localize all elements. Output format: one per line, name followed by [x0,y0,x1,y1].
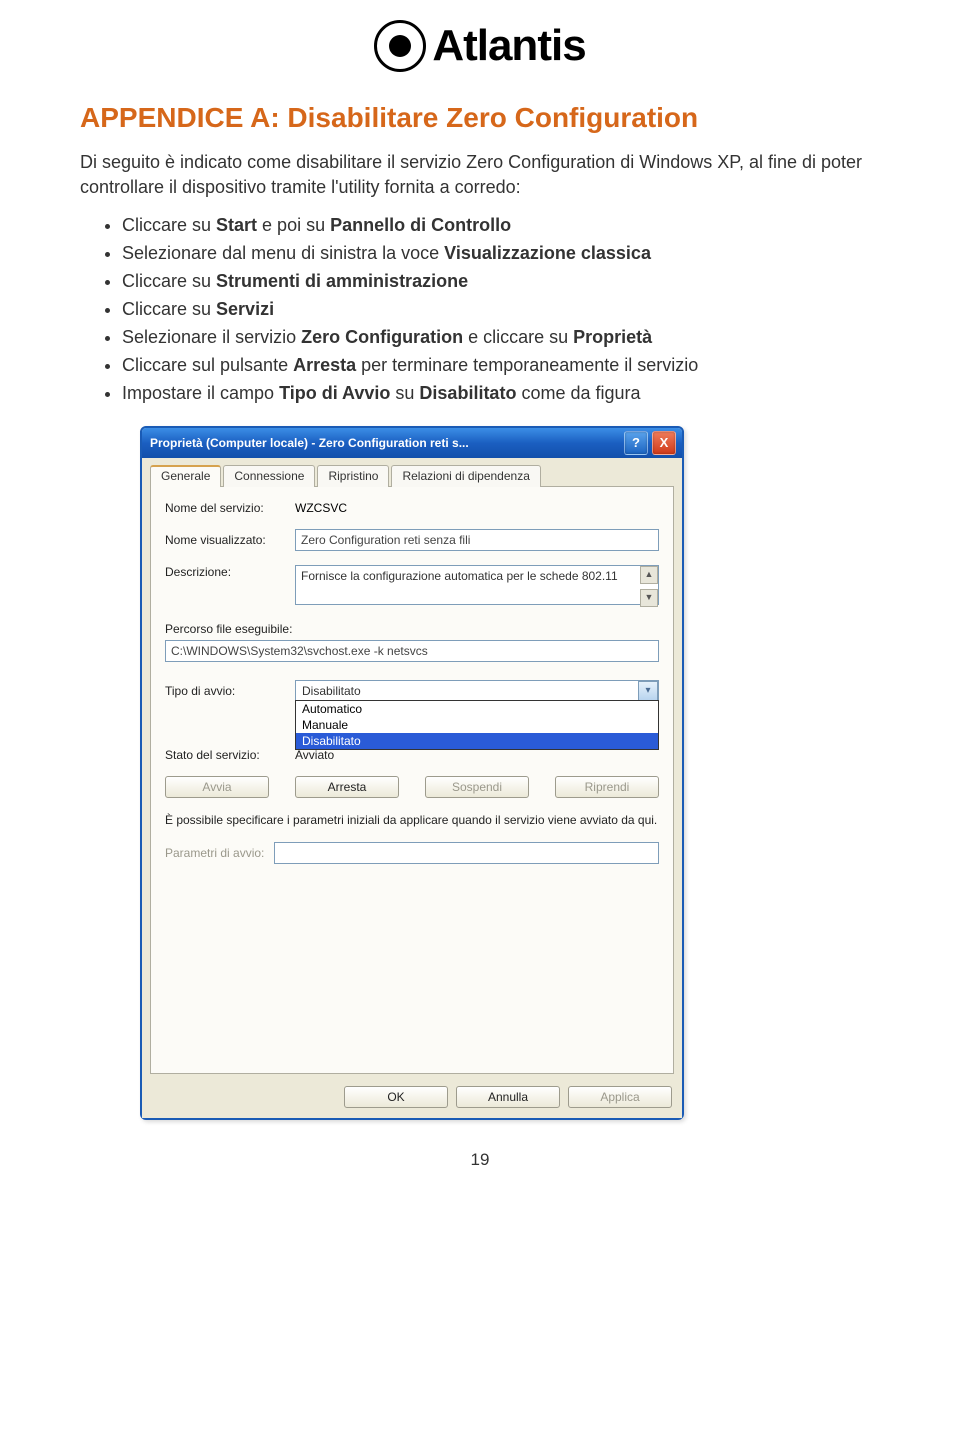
option-disabilitato[interactable]: Disabilitato [296,733,658,749]
stop-button[interactable]: Arresta [295,776,399,798]
exe-path-field[interactable] [165,640,659,662]
description-field[interactable]: Fornisce la configurazione automatica pe… [295,565,659,605]
label-service-name: Nome del servizio: [165,501,295,515]
label-service-status: Stato del servizio: [165,748,295,762]
value-service-status: Avviato [295,748,334,762]
note-text: È possibile specificare i parametri iniz… [165,812,659,829]
apply-button[interactable]: Applica [568,1086,672,1108]
label-start-params: Parametri di avvio: [165,846,264,860]
label-startup-type: Tipo di avvio: [165,684,295,698]
chevron-down-icon[interactable]: ▾ [638,681,658,701]
tab-strip: Generale Connessione Ripristino Relazion… [150,465,674,487]
value-service-name: WZCSVC [295,501,659,515]
startup-type-dropdown: Automatico Manuale Disabilitato [295,700,659,750]
tab-ripristino[interactable]: Ripristino [317,465,389,487]
list-item: Selezionare dal menu di sinistra la voce… [122,240,880,268]
cancel-button[interactable]: Annulla [456,1086,560,1108]
label-display-name: Nome visualizzato: [165,533,295,547]
startup-type-value: Disabilitato [295,680,659,702]
dialog-title: Proprietà (Computer locale) - Zero Confi… [150,436,624,450]
list-item: Cliccare su Strumenti di amministrazione [122,268,880,296]
brand-logo: Atlantis [80,0,880,82]
question-icon: ? [632,435,640,450]
pause-button[interactable]: Sospendi [425,776,529,798]
list-item: Impostare il campo Tipo di Avvio su Disa… [122,380,880,408]
close-icon: X [660,435,669,450]
page-number: 19 [80,1150,880,1170]
resume-button[interactable]: Riprendi [555,776,659,798]
list-item: Cliccare su Servizi [122,296,880,324]
tab-panel-generale: Nome del servizio: WZCSVC Nome visualizz… [150,486,674,1074]
dialog-footer: OK Annulla Applica [142,1078,682,1118]
scroll-up-icon[interactable]: ▲ [640,566,658,584]
option-automatico[interactable]: Automatico [296,701,658,717]
brand-name: Atlantis [432,21,585,71]
list-item: Cliccare su Start e poi su Pannello di C… [122,212,880,240]
ok-button[interactable]: OK [344,1086,448,1108]
page-title: APPENDICE A: Disabilitare Zero Configura… [80,102,880,134]
help-button[interactable]: ? [624,431,648,455]
tab-relazioni[interactable]: Relazioni di dipendenza [391,465,540,487]
logo-circle-icon [374,20,426,72]
label-exe-path: Percorso file eseguibile: [165,622,659,636]
properties-dialog: Proprietà (Computer locale) - Zero Confi… [140,426,684,1120]
intro-paragraph: Di seguito è indicato come disabilitare … [80,150,880,200]
scroll-down-icon[interactable]: ▼ [640,589,658,607]
close-button[interactable]: X [652,431,676,455]
tab-generale[interactable]: Generale [150,465,221,487]
display-name-field[interactable] [295,529,659,551]
option-manuale[interactable]: Manuale [296,717,658,733]
start-params-field[interactable] [274,842,659,864]
dialog-titlebar[interactable]: Proprietà (Computer locale) - Zero Confi… [142,428,682,458]
startup-type-select[interactable]: Disabilitato ▾ Automatico Manuale Disabi… [295,680,659,702]
list-item: Cliccare sul pulsante Arresta per termin… [122,352,880,380]
label-description: Descrizione: [165,565,295,579]
list-item: Selezionare il servizio Zero Configurati… [122,324,880,352]
steps-list: Cliccare su Start e poi su Pannello di C… [80,212,880,407]
start-button[interactable]: Avvia [165,776,269,798]
tab-connessione[interactable]: Connessione [223,465,315,487]
